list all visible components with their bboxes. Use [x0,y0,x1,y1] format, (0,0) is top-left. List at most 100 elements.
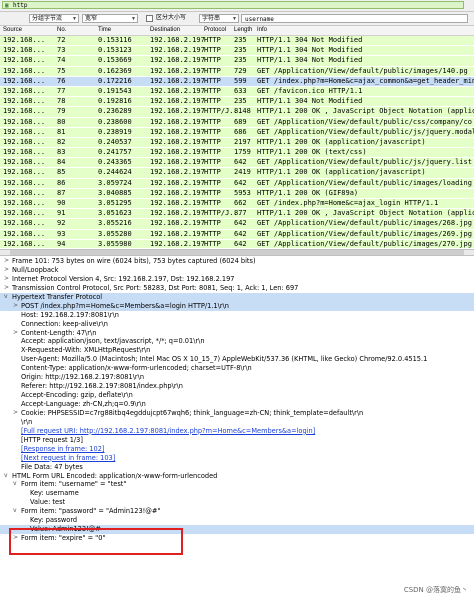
detail-tree-item[interactable]: > POST /index.php?m=Home&c=Members&a=logi… [0,301,474,311]
collapsed-arrow-icon[interactable]: > [4,266,9,275]
packet-row[interactable]: 192.168... 77 0.191543 192.168.2.197 HTTP 633… [0,86,474,98]
detail-tree-item[interactable]: Key: username [0,489,474,498]
collapsed-arrow-icon[interactable]: > [4,257,9,266]
detail-tree-item[interactable]: > Form item: "expire" = "0" [0,534,474,543]
column-header-protocol[interactable]: Protocol [204,26,226,35]
detail-link[interactable]: [Response in frame: 102] [21,445,104,454]
detail-tree-item[interactable]: v HTML Form URL Encoded: application/x-ww… [0,472,474,481]
packet-cell-no: 94 [57,239,66,248]
filter-bookmark-icon[interactable]: ▣ [5,2,9,10]
packet-row[interactable]: 192.168... 83 0.241757 192.168.2.197 HTTP 175… [0,148,474,159]
column-header-no[interactable]: No. [57,26,66,35]
packet-cell-no: 74 [57,56,66,65]
packet-row[interactable]: 192.168... 84 0.243365 192.168.2.197 HTTP 642… [0,158,474,169]
detail-tree-item[interactable]: v Form item: "password" = "Admin123!@#" [0,507,474,516]
detail-tree-item[interactable]: User-Agent: Mozilla/5.0 (Macintosh; Inte… [0,355,474,364]
column-header-length[interactable]: Length [234,26,252,35]
packet-row[interactable]: 192.168... 86 3.059724 192.168.2.197 HTTP 642… [0,178,474,189]
packet-row[interactable]: 192.168... 76 0.172216 192.168.2.197 HTTP 599… [0,76,474,87]
detail-tree-item[interactable]: File Data: 47 bytes [0,463,474,472]
detail-text: POST /index.php?m=Home&c=Members&a=login… [21,301,229,310]
packet-row[interactable]: 192.168... 85 0.244624 192.168.2.197 HTTP 241… [0,168,474,179]
packet-cell-time: 3.051623 [98,209,132,218]
packet-row[interactable]: 192.168... 72 0.153116 192.168.2.197 HTTP 235… [0,36,474,47]
detail-tree-item[interactable]: Content-Type: application/x-www-form-url… [0,364,474,373]
case-sensitive-checkbox[interactable] [146,15,153,22]
expanded-arrow-icon[interactable]: v [13,507,17,516]
packet-row[interactable]: 192.168... 94 3.055980 192.168.2.197 HTTP 642… [0,239,474,248]
packet-row[interactable]: 192.168... 87 3.040885 192.168.2.197 HTTP 595… [0,188,474,199]
collapsed-arrow-icon[interactable]: > [13,329,18,338]
packet-list-header: Source No. Time Destination Protocol Len… [0,26,474,36]
detail-text: Key: password [30,516,78,525]
column-header-source[interactable]: Source [3,26,22,35]
packet-row[interactable]: 192.168... 93 3.055280 192.168.2.197 HTTP 642… [0,229,474,240]
detail-tree-item[interactable]: Accept-Language: zh-CN,zh;q=0.9\r\n [0,400,474,409]
packet-cell-protocol: HTTP [204,36,221,44]
packet-row[interactable]: 192.168... 80 0.238600 192.168.2.197 HTTP 689… [0,117,474,128]
horizontal-scrollbar[interactable] [10,250,464,255]
detail-tree-item[interactable]: Referer: http://192.168.2.197:8081/index… [0,382,474,391]
packet-cell-info: HTTP/1.1 200 OK (application/javascript) [257,168,426,177]
detail-link[interactable]: [Full request URI: http://192.168.2.197:… [21,427,315,436]
detail-tree-item[interactable]: Value: Admin123!@# [0,525,474,535]
detail-tree-item[interactable]: > Frame 101: 753 bytes on wire (6024 bits… [0,257,474,266]
column-header-destination[interactable]: Destination [150,26,180,35]
packet-row[interactable]: 192.168... 79 0.236289 192.168.2.197 HTTP/J.… [0,107,474,118]
detail-tree-item[interactable]: > Transmission Control Protocol, Src Port… [0,284,474,293]
display-filter-input[interactable]: ▣ http [2,1,464,9]
packet-row[interactable]: 192.168... 73 0.153123 192.168.2.197 HTTP 235… [0,46,474,57]
expanded-arrow-icon[interactable]: v [4,472,8,481]
packet-row[interactable]: 192.168... 78 0.192816 192.168.2.197 HTTP 235… [0,97,474,108]
collapsed-arrow-icon[interactable]: > [13,302,18,311]
detail-tree-item[interactable]: [Response in frame: 102] [0,445,474,454]
expanded-arrow-icon[interactable]: v [4,293,8,302]
charset-select[interactable]: 宽窄 ▼ [82,14,138,23]
detail-tree-item[interactable]: Origin: http://192.168.2.197:8081\r\n [0,373,474,382]
detail-tree-item[interactable]: Value: test [0,498,474,507]
search-pane-select[interactable]: 分组字节流 ▼ [29,14,79,23]
detail-tree-item[interactable]: Accept-Encoding: gzip, deflate\r\n [0,391,474,400]
column-header-time[interactable]: Time [98,26,111,35]
detail-tree-item[interactable]: X-Requested-With: XMLHttpRequest\r\n [0,346,474,355]
packet-cell-destination: 192.168.2.197 [150,239,205,248]
packet-cell-length: 633 [234,86,247,95]
detail-tree-item[interactable]: > Null/Loopback [0,266,474,275]
detail-tree-item[interactable]: v Form item: "username" = "test" [0,480,474,489]
detail-tree-item[interactable]: Connection: keep-alive\r\n [0,320,474,329]
packet-row[interactable]: 192.168... 74 0.153669 192.168.2.197 HTTP 235… [0,56,474,67]
collapsed-arrow-icon[interactable]: > [13,409,18,418]
charset-value: 宽窄 [85,16,98,22]
detail-tree-item[interactable]: Key: password [0,516,474,525]
packet-cell-source: 192.168... [3,199,46,207]
detail-tree-item[interactable]: Accept: application/json, text/javascrip… [0,337,474,346]
column-header-info[interactable]: Info [257,26,267,35]
packet-cell-time: 0.241757 [98,148,132,157]
packet-row[interactable]: 192.168... 91 3.051623 192.168.2.197 HTTP/J.… [0,209,474,220]
detail-tree-item[interactable]: [HTTP request 1/3] [0,436,474,445]
packet-row[interactable]: 192.168... 92 3.055216 192.168.2.197 HTTP 642… [0,219,474,230]
collapsed-arrow-icon[interactable]: > [13,534,18,543]
detail-tree-item[interactable]: [Next request in frame: 103] [0,454,474,463]
detail-tree-item[interactable]: [Full request URI: http://192.168.2.197:… [0,427,474,436]
detail-tree-item[interactable]: \r\n [0,418,474,427]
detail-tree-item[interactable]: > Content-Length: 47\r\n [0,329,474,338]
search-type-select[interactable]: 字符串 ▼ [199,14,239,23]
packet-cell-no: 84 [57,158,66,167]
packet-row[interactable]: 192.168... 82 0.240537 192.168.2.197 HTTP 219… [0,137,474,149]
detail-tree-item[interactable]: > Internet Protocol Version 4, Src: 192.1… [0,275,474,284]
expanded-arrow-icon[interactable]: v [13,480,17,489]
packet-row[interactable]: 192.168... 81 0.238919 192.168.2.197 HTTP 686… [0,127,474,138]
collapsed-arrow-icon[interactable]: > [4,275,9,284]
packet-cell-destination: 192.168.2.197 [150,148,205,157]
detail-link[interactable]: [Next request in frame: 103] [21,454,115,463]
packet-cell-length: 729 [234,66,247,75]
detail-tree-item[interactable]: > Cookie: PHPSESSID=c7rg88itbq4egddujcpt6… [0,409,474,418]
collapsed-arrow-icon[interactable]: > [4,284,9,293]
packet-row[interactable]: 192.168... 75 0.162369 192.168.2.197 HTTP 729… [0,66,474,77]
find-text-input[interactable]: username [241,14,468,23]
packet-row[interactable]: 192.168... 90 3.051295 192.168.2.197 HTTP 662… [0,199,474,210]
detail-tree-item[interactable]: Host: 192.168.2.197:8081\r\n [0,311,474,320]
detail-tree-item[interactable]: v Hypertext Transfer Protocol [0,292,474,302]
packet-cell-info: GET /Application/View/default/public/ima… [257,219,472,228]
